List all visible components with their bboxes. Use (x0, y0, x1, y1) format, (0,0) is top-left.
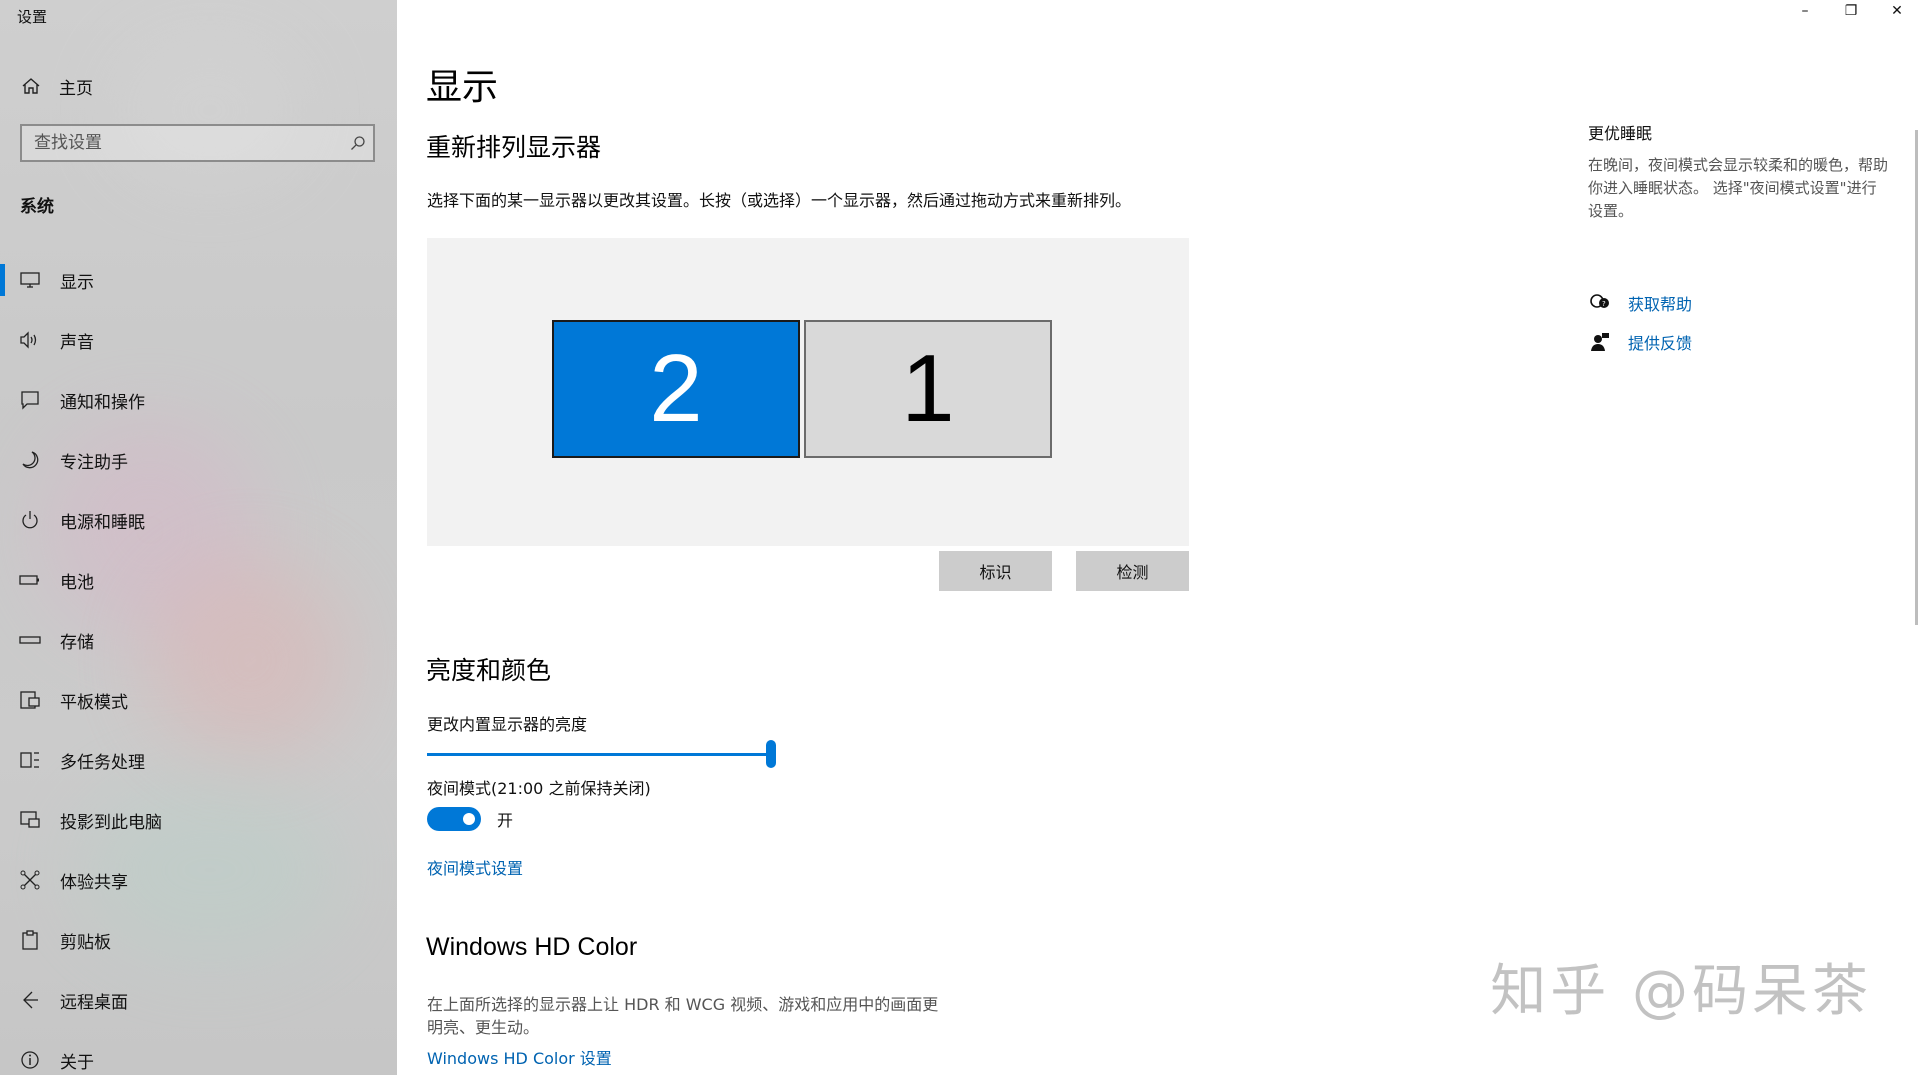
side-panel-title: 更优睡眠 (1588, 124, 1653, 143)
night-light-toggle-row: 开 (427, 807, 513, 831)
sidebar-item-remote-desktop[interactable]: 远程桌面 (0, 970, 397, 1030)
sidebar-item-clipboard[interactable]: 剪贴板 (0, 910, 397, 970)
main-content: – ❐ ✕ 显示 重新排列显示器 选择下面的某一显示器以更改其设置。长按（或选择… (397, 0, 1920, 1075)
sidebar-item-shared-experiences[interactable]: 体验共享 (0, 850, 397, 910)
sidebar-item-label: 体验共享 (60, 872, 128, 893)
speaker-icon (18, 331, 42, 349)
sidebar-item-label: 投影到此电脑 (60, 812, 162, 833)
monitor-2[interactable]: 2 (552, 320, 800, 458)
restore-button[interactable]: ❐ (1828, 0, 1874, 22)
brightness-label: 更改内置显示器的亮度 (427, 715, 588, 734)
sidebar-item-storage[interactable]: 存储 (0, 610, 397, 670)
rearrange-heading: 重新排列显示器 (426, 133, 602, 162)
side-panel-description: 在晚间，夜间模式会显示较柔和的暖色，帮助你进入睡眠状态。 选择"夜间模式设置"进… (1588, 156, 1889, 220)
sidebar-item-project[interactable]: 投影到此电脑 (0, 790, 397, 850)
get-help-row[interactable]: ? 获取帮助 (1588, 291, 1692, 315)
sidebar-item-label: 声音 (60, 332, 94, 353)
slider-track (427, 753, 767, 756)
search-input[interactable] (22, 132, 343, 154)
sidebar-item-label: 关于 (60, 1052, 94, 1073)
help-chat-icon: ? (1588, 293, 1612, 313)
watermark: 知乎 @码呆茶 (1490, 959, 1872, 1024)
sidebar-item-label: 通知和操作 (60, 392, 145, 413)
sidebar-item-label: 电源和睡眠 (60, 512, 145, 533)
moon-icon (18, 450, 42, 470)
sidebar-item-label: 剪贴板 (60, 932, 111, 953)
get-help-link: 获取帮助 (1628, 295, 1693, 314)
detect-button[interactable]: 检测 (1076, 551, 1189, 591)
window-controls: – ❐ ✕ (1782, 0, 1920, 22)
search-icon[interactable] (343, 135, 373, 151)
hdr-description-line2: 明亮、更生动。 (427, 1018, 540, 1037)
sidebar: 设置 主页 系统 显示 声音 通知和操作 专注助手 (0, 0, 397, 1075)
app-title: 设置 (17, 8, 48, 26)
sidebar-item-label: 远程桌面 (60, 992, 128, 1013)
sidebar-nav: 显示 声音 通知和操作 专注助手 电源和睡眠 电池 存储 平板模式 多任务处理 … (0, 250, 397, 1075)
sidebar-item-label: 存储 (60, 632, 94, 653)
toggle-knob (463, 813, 475, 825)
monitor-1[interactable]: 1 (804, 320, 1052, 458)
minimize-button[interactable]: – (1782, 0, 1828, 22)
section-heading: 系统 (20, 197, 54, 217)
sidebar-item-label: 多任务处理 (60, 752, 145, 773)
sidebar-item-multitasking[interactable]: 多任务处理 (0, 730, 397, 790)
identify-button[interactable]: 标识 (939, 551, 1052, 591)
sidebar-home[interactable]: 主页 (0, 70, 397, 102)
sidebar-item-tablet-mode[interactable]: 平板模式 (0, 670, 397, 730)
brightness-slider[interactable] (427, 740, 776, 770)
tablet-icon (18, 690, 42, 710)
page-title: 显示 (426, 67, 499, 108)
sidebar-item-battery[interactable]: 电池 (0, 550, 397, 610)
home-icon (20, 76, 42, 96)
search-box (20, 124, 375, 162)
related-panel: 更优睡眠 在晚间，夜间模式会显示较柔和的暖色，帮助你进入睡眠状态。 选择"夜间模… (1588, 120, 1888, 223)
sidebar-item-label: 显示 (60, 272, 94, 293)
feedback-icon (1588, 332, 1612, 352)
feedback-row[interactable]: 提供反馈 (1588, 330, 1692, 354)
scrollbar[interactable] (1915, 130, 1918, 625)
share-icon (18, 870, 42, 890)
project-icon (18, 810, 42, 830)
home-label: 主页 (59, 78, 93, 99)
sidebar-item-power-sleep[interactable]: 电源和睡眠 (0, 490, 397, 550)
battery-icon (18, 573, 42, 587)
info-icon (18, 1050, 42, 1070)
hdr-settings-link[interactable]: Windows HD Color 设置 (427, 1045, 612, 1069)
sidebar-item-label: 专注助手 (60, 452, 128, 473)
brightness-heading: 亮度和颜色 (426, 656, 552, 685)
sidebar-item-about[interactable]: 关于 (0, 1030, 397, 1075)
notification-icon (18, 390, 42, 410)
sidebar-item-label: 平板模式 (60, 692, 128, 713)
multitask-icon (18, 750, 42, 770)
remote-icon (18, 990, 42, 1010)
night-light-settings-link[interactable]: 夜间模式设置 (427, 855, 523, 879)
svg-text:?: ? (1602, 300, 1606, 308)
sidebar-item-label: 电池 (60, 572, 94, 593)
clipboard-icon (18, 930, 42, 950)
night-light-label: 夜间模式(21:00 之前保持关闭) (427, 779, 651, 798)
hdr-description-line1: 在上面所选择的显示器上让 HDR 和 WCG 视频、游戏和应用中的画面更 (427, 995, 939, 1014)
storage-icon (18, 633, 42, 647)
night-light-toggle[interactable] (427, 807, 481, 831)
sidebar-item-notifications[interactable]: 通知和操作 (0, 370, 397, 430)
sidebar-item-focus-assist[interactable]: 专注助手 (0, 430, 397, 490)
monitor-arrangement: 2 1 (427, 238, 1189, 546)
monitor-icon (18, 271, 42, 289)
sidebar-item-sound[interactable]: 声音 (0, 310, 397, 370)
sidebar-item-display[interactable]: 显示 (0, 250, 397, 310)
toggle-state-label: 开 (497, 811, 514, 830)
hdr-heading: Windows HD Color (426, 933, 638, 961)
slider-thumb[interactable] (766, 740, 776, 768)
power-icon (18, 510, 42, 530)
rearrange-description: 选择下面的某一显示器以更改其设置。长按（或选择）一个显示器，然后通过拖动方式来重… (427, 191, 1132, 210)
feedback-link: 提供反馈 (1628, 334, 1693, 353)
close-button[interactable]: ✕ (1874, 0, 1920, 22)
